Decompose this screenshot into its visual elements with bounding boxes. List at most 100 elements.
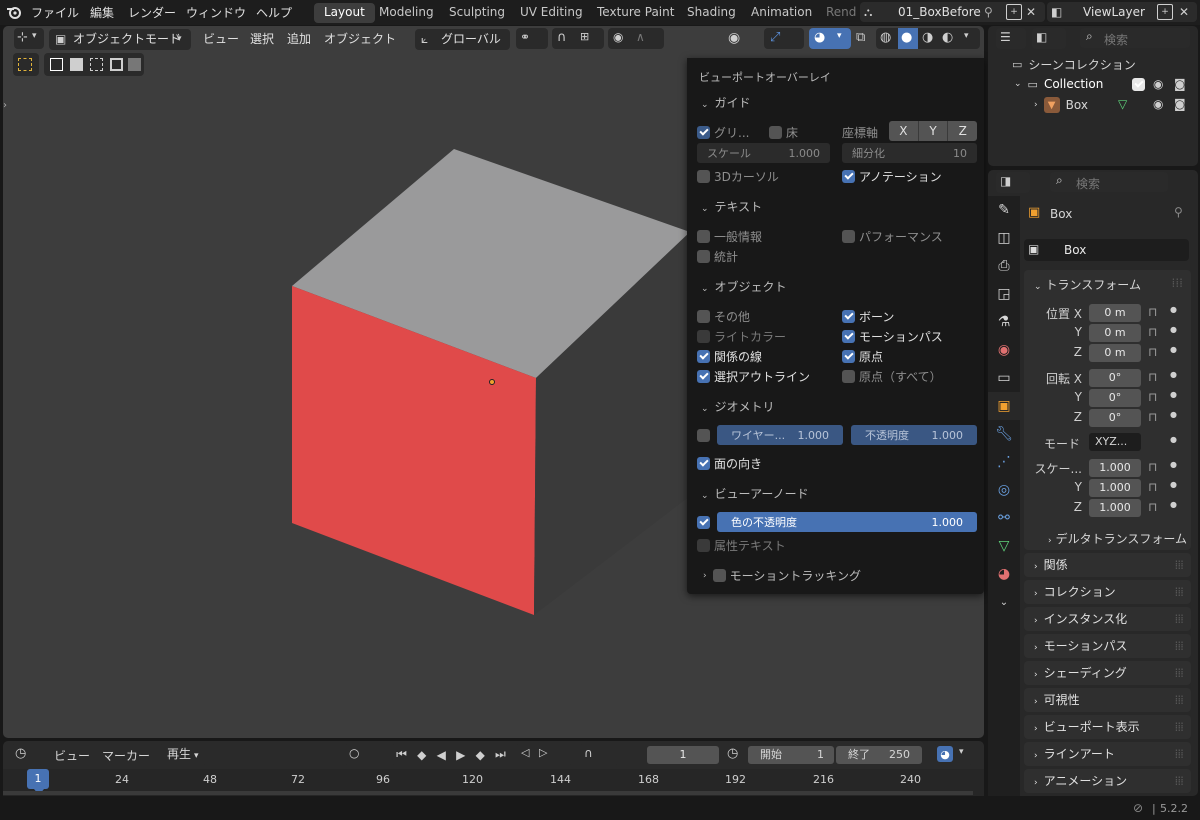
lock-icon[interactable]: ⊓ xyxy=(1148,345,1157,359)
outliner-editor-type[interactable]: ☰ xyxy=(996,28,1026,49)
panel-relations[interactable]: › 関係 ⁞⁞⁞ xyxy=(1024,553,1191,577)
lock-icon[interactable]: ⊓ xyxy=(1148,480,1157,494)
attribute-text-checkbox[interactable] xyxy=(697,539,710,552)
axis-y-button[interactable]: Y xyxy=(919,121,949,141)
panel-motion-paths[interactable]: › モーションパス ⁞⁞⁞ xyxy=(1024,634,1191,658)
tab-animation[interactable]: Animation xyxy=(741,3,822,23)
text-info-checkbox[interactable] xyxy=(697,230,710,243)
scale-y-field[interactable]: 1.000 xyxy=(1089,479,1141,497)
properties-search[interactable]: ⌕ 検索 xyxy=(1050,172,1168,192)
play-icon[interactable]: ▶ xyxy=(456,748,465,762)
section-viewer-node[interactable]: ⌄ ビューアーノード xyxy=(701,485,809,502)
panel-viewport-display[interactable]: › ビューポート表示 ⁞⁞⁞ xyxy=(1024,715,1191,739)
current-frame-field[interactable]: 1 xyxy=(647,746,719,764)
particles-tab-icon[interactable]: ⋰ xyxy=(988,448,1020,476)
playhead[interactable]: 1 xyxy=(27,769,49,789)
step-forward-icon[interactable]: ▷ xyxy=(539,746,547,759)
bones-checkbox[interactable] xyxy=(842,310,855,323)
timeline-scrollbar[interactable] xyxy=(3,791,973,795)
timeline-menu-marker[interactable]: マーカー xyxy=(102,747,150,764)
step-back-icon[interactable]: ◁ xyxy=(521,746,529,759)
playback-dropdown[interactable]: 再生 ▾ xyxy=(159,744,207,765)
object-tab-icon[interactable]: ▣ xyxy=(988,392,1020,420)
outliner-search[interactable]: ⌕ 検索 xyxy=(1080,28,1190,48)
grid-option[interactable]: グリ... xyxy=(697,124,749,141)
floor-checkbox[interactable] xyxy=(769,126,782,139)
blender-logo-icon[interactable] xyxy=(6,4,22,20)
collection-row[interactable]: ⌄ ▭ Collection ◉ ◙ xyxy=(1014,77,1198,91)
section-text[interactable]: ⌄ テキスト xyxy=(701,198,762,215)
stopwatch-icon[interactable]: ◷ xyxy=(727,746,738,761)
menu-edit[interactable]: 編集 xyxy=(90,4,114,21)
outline-selected-checkbox[interactable] xyxy=(697,370,710,383)
section-geometry[interactable]: ⌄ ジオメトリ xyxy=(701,398,775,415)
menu-render[interactable]: レンダー xyxy=(128,4,176,21)
play-reverse-icon[interactable]: ◀ xyxy=(437,748,446,762)
tab-layout[interactable]: Layout xyxy=(314,3,375,23)
panel-visibility[interactable]: › 可視性 ⁞⁞⁞ xyxy=(1024,688,1191,712)
modifiers-tab-icon[interactable]: 🔧︎ xyxy=(988,420,1020,448)
statistics-option[interactable]: 統計 xyxy=(697,248,738,265)
color-opacity-slider[interactable]: 色の不透明度 1.000 xyxy=(717,512,977,532)
properties-editor-type[interactable]: ◨ xyxy=(996,172,1030,193)
rotation-z-field[interactable]: 0° xyxy=(1089,409,1141,427)
keyframe-dot-icon[interactable]: ● xyxy=(1170,480,1177,489)
output-tab-icon[interactable]: ⎙ xyxy=(988,252,1020,280)
extras-checkbox[interactable] xyxy=(697,310,710,323)
floor-option[interactable]: 床 xyxy=(769,124,798,141)
3d-cursor-checkbox[interactable] xyxy=(697,170,710,183)
display-mode-dropdown[interactable]: ◧ xyxy=(1032,28,1066,49)
keyframe-dot-icon[interactable]: ● xyxy=(1170,460,1177,469)
render-tab-icon[interactable]: ◫ xyxy=(988,224,1020,252)
viewer-node-checkbox[interactable] xyxy=(697,516,710,529)
camera-icon[interactable]: ◙ xyxy=(1174,77,1186,91)
statistics-checkbox[interactable] xyxy=(697,250,710,263)
jump-end-icon[interactable]: ⏭ xyxy=(495,747,506,762)
panel-grip-icon[interactable]: ⁞⁞⁞ xyxy=(1172,276,1183,290)
tab-texture-paint[interactable]: Texture Paint xyxy=(587,3,684,23)
eye-icon[interactable]: ◉ xyxy=(1153,97,1163,111)
tab-uv-editing[interactable]: UV Editing xyxy=(510,3,593,23)
physics-tab-icon[interactable]: ◎ xyxy=(988,476,1020,504)
prev-keyframe-icon[interactable]: ◆ xyxy=(417,748,426,762)
keyframe-dot-icon[interactable]: ● xyxy=(1170,305,1177,314)
motion-paths-option[interactable]: モーションパス xyxy=(842,328,943,345)
keyframe-dot-icon[interactable]: ● xyxy=(1170,410,1177,419)
keyframe-dot-icon[interactable]: ● xyxy=(1170,325,1177,334)
delta-transform-subpanel[interactable]: › デルタトランスフォーム xyxy=(1048,530,1187,547)
wireframe-opacity-slider[interactable]: 不透明度 1.000 xyxy=(851,425,977,445)
location-z-field[interactable]: 0 m xyxy=(1089,344,1141,362)
light-colors-checkbox[interactable] xyxy=(697,330,710,343)
world-tab-icon[interactable]: ◉ xyxy=(988,336,1020,364)
section-motion-tracking[interactable]: › モーショントラッキング xyxy=(703,567,861,584)
panel-collections[interactable]: › コレクション ⁞⁞⁞ xyxy=(1024,580,1191,604)
constraints-tab-icon[interactable]: ⚯ xyxy=(988,504,1020,532)
panel-animation[interactable]: › アニメーション ⁞⁞⁞ xyxy=(1024,769,1191,793)
3d-cursor-option[interactable]: 3Dカーソル xyxy=(697,168,779,185)
rotation-y-field[interactable]: 0° xyxy=(1089,389,1141,407)
origins-all-option[interactable]: 原点（すべて） xyxy=(842,368,942,385)
camera-icon[interactable]: ◙ xyxy=(1174,97,1186,111)
auto-keying-toggle[interactable]: ○ xyxy=(344,744,384,765)
view-layer-tab-icon[interactable]: ◲ xyxy=(988,280,1020,308)
pin-icon[interactable]: ⚲ xyxy=(1174,205,1183,219)
grid-subdivisions-field[interactable]: 細分化 10 xyxy=(842,143,977,163)
attribute-text-option[interactable]: 属性テキスト xyxy=(697,537,786,554)
relationship-lines-checkbox[interactable] xyxy=(697,350,710,363)
box-object-row[interactable]: › ▼ Box ▽ ◉ ◙ xyxy=(1034,97,1198,113)
light-colors-option[interactable]: ライトカラー xyxy=(697,328,786,345)
grid-scale-field[interactable]: スケール 1.000 xyxy=(697,143,830,163)
jump-start-icon[interactable]: ⏮ xyxy=(396,747,407,762)
lock-icon[interactable]: ⊓ xyxy=(1148,390,1157,404)
motion-tracking-checkbox[interactable] xyxy=(712,569,726,582)
lock-icon[interactable]: ⊓ xyxy=(1148,410,1157,424)
timeline-editor-type[interactable]: ◷ xyxy=(11,744,43,765)
menu-window[interactable]: ウィンドウ xyxy=(186,4,246,21)
material-tab-icon[interactable]: ◕ xyxy=(988,560,1020,588)
keyframe-dot-icon[interactable]: ● xyxy=(1170,345,1177,354)
more-tabs-icon[interactable]: ⌄ xyxy=(988,588,1020,616)
section-objects[interactable]: ⌄ オブジェクト xyxy=(701,278,787,295)
next-keyframe-icon[interactable]: ◆ xyxy=(476,748,485,762)
transform-header[interactable]: ⌄ トランスフォーム xyxy=(1034,276,1141,293)
panel-instancing[interactable]: › インスタンス化 ⁞⁞⁞ xyxy=(1024,607,1191,631)
